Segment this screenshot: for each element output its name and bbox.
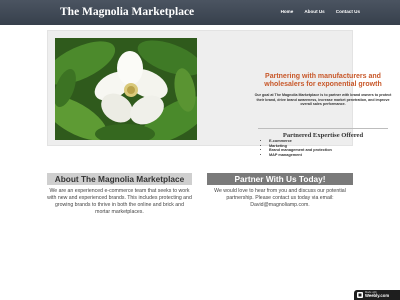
hero-section: Partnering with manufacturers and wholes… — [47, 30, 391, 157]
weebly-badge[interactable]: Made with Weebly.com — [354, 290, 400, 300]
site-header: The Magnolia Marketplace Home About Us C… — [0, 0, 400, 25]
about-description: We are an experienced e-commerce team th… — [47, 188, 192, 215]
hero-heading: Partnering with manufacturers and wholes… — [264, 73, 382, 88]
about-heading: About The Magnolia Marketplace — [47, 173, 192, 185]
partner-heading: Partner With Us Today! — [207, 173, 353, 185]
nav-item-contact-us[interactable]: Contact Us — [336, 9, 360, 14]
expertise-heading: Partnered Expertise Offered — [258, 128, 388, 139]
list-item: MAP management — [269, 153, 332, 158]
weebly-logo-icon — [357, 292, 363, 298]
badge-brand: Weebly.com — [365, 293, 390, 299]
site-title[interactable]: The Magnolia Marketplace — [60, 6, 194, 18]
magnolia-flower-image — [55, 38, 197, 140]
partner-description: We would love to hear from you and discu… — [214, 188, 346, 208]
expertise-list: E-commerce Marketing Brand management an… — [265, 139, 332, 158]
main-nav: Home About Us Contact Us — [281, 9, 360, 14]
nav-item-home[interactable]: Home — [281, 9, 294, 14]
hero-description: Our goal at The Magnolia Marketplace is … — [254, 93, 392, 107]
nav-item-about-us[interactable]: About Us — [304, 9, 324, 14]
